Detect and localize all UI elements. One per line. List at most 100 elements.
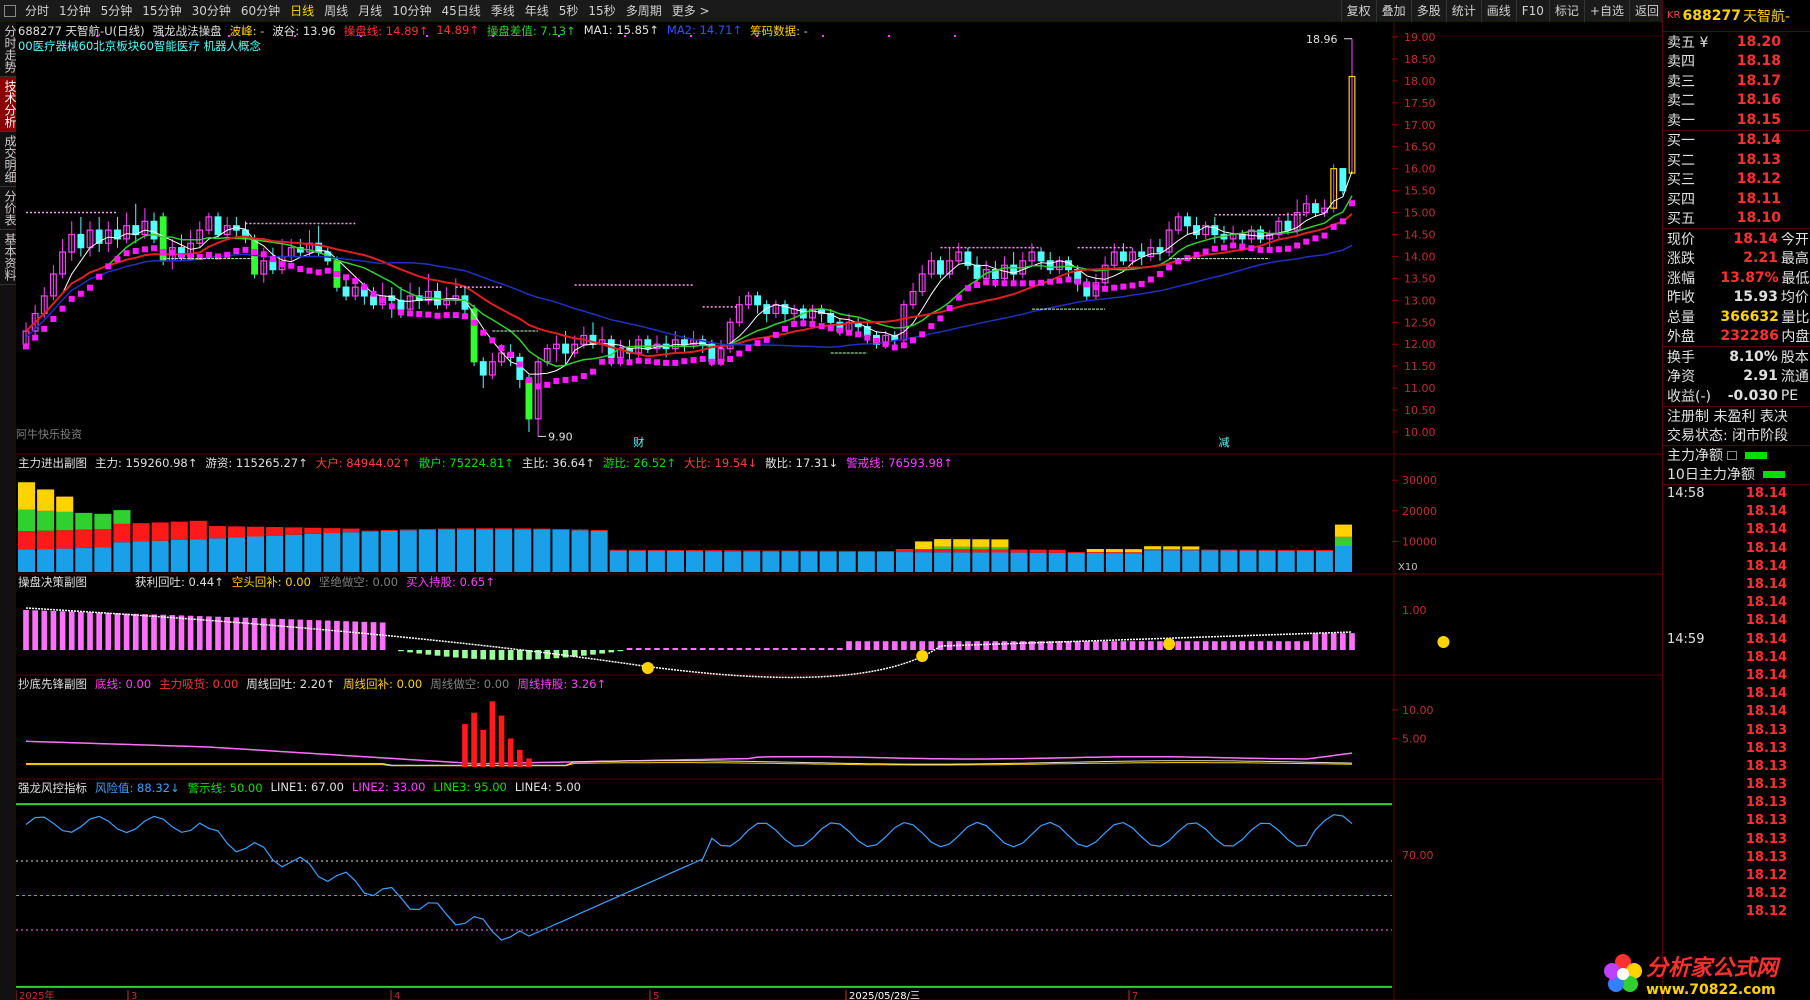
panel4-title: 强龙风控指标 bbox=[18, 781, 87, 795]
toolbar-button[interactable]: +自选 bbox=[1583, 0, 1629, 22]
big-flow-bar bbox=[361, 530, 379, 532]
bids-row[interactable]: 买三 18.12 bbox=[1663, 170, 1810, 190]
stats2-row[interactable]: 收益(-) -0.030 PE bbox=[1663, 386, 1810, 406]
main-flow-bar bbox=[1067, 552, 1085, 572]
period-tab[interactable]: 10分钟 bbox=[387, 0, 436, 22]
trend-dot bbox=[1184, 255, 1191, 262]
stats1-row[interactable]: 现价 18.14 今开 bbox=[1663, 229, 1810, 249]
period-tab[interactable]: 15秒 bbox=[583, 0, 620, 22]
risk-line bbox=[25, 814, 1353, 941]
side-tab[interactable]: 技术分析 bbox=[0, 77, 17, 132]
period-tab[interactable]: 日线 bbox=[285, 0, 319, 22]
trend-dot bbox=[498, 345, 505, 352]
stats1-row[interactable]: 涨幅 13.87% 最低 bbox=[1663, 268, 1810, 288]
quote-stats: 现价 18.14 今开 涨跌 2.21 最高 涨幅 13.87% 最低 昨收 15.93 均价 总量 36… bbox=[1663, 229, 1810, 347]
asks-row[interactable]: 卖四 18.18 bbox=[1663, 52, 1810, 72]
bids-row[interactable]: 买二 18.13 bbox=[1663, 150, 1810, 170]
trend-dot bbox=[343, 274, 350, 281]
stats2-extra: 股本 bbox=[1780, 349, 1809, 366]
trend-dot bbox=[800, 320, 807, 327]
stats1-row[interactable]: 总量 366632 量比 bbox=[1663, 307, 1810, 327]
stats2-row[interactable]: 净资 2.91 流通 bbox=[1663, 367, 1810, 387]
period-tab[interactable]: 月线 bbox=[353, 0, 387, 22]
main-flow-bar bbox=[1086, 552, 1104, 572]
period-tab[interactable]: 5秒 bbox=[554, 0, 584, 22]
period-tab[interactable]: 5分钟 bbox=[96, 0, 138, 22]
big-flow-bar bbox=[647, 549, 665, 551]
decision-bar bbox=[626, 648, 633, 650]
tick-price: 18.14 bbox=[1745, 649, 1787, 665]
price-tick-label: 12.00 bbox=[1404, 338, 1436, 351]
main-flow-bar bbox=[590, 530, 608, 572]
big-flow-bar bbox=[380, 529, 398, 531]
toolbar-button[interactable]: F10 bbox=[1515, 0, 1549, 22]
period-tab[interactable]: 30分钟 bbox=[187, 0, 236, 22]
decision-bar bbox=[681, 648, 688, 650]
period-tab[interactable]: 多周期 bbox=[621, 0, 667, 22]
trend-dot bbox=[608, 358, 615, 365]
ma1-value: MA1: 15.85↑ bbox=[583, 23, 659, 37]
asks-row[interactable]: 卖一 18.15 bbox=[1663, 110, 1810, 130]
stats1-row[interactable]: 涨跌 2.21 最高 bbox=[1663, 249, 1810, 269]
decision-bar bbox=[59, 611, 66, 650]
period-tab[interactable]: 15分钟 bbox=[137, 0, 186, 22]
toolbar-button[interactable]: 叠加 bbox=[1375, 0, 1411, 22]
decision-bar bbox=[1221, 641, 1227, 650]
asks-row[interactable]: 卖三 18.17 bbox=[1663, 71, 1810, 91]
bids-row[interactable]: 买四 18.11 bbox=[1663, 189, 1810, 209]
period-tab[interactable]: 分时 bbox=[20, 0, 54, 22]
big-flow-bar bbox=[495, 528, 513, 530]
trend-dot bbox=[1092, 284, 1099, 291]
panel4-tick: 70.00 bbox=[1402, 849, 1434, 862]
period-tab[interactable]: 更多 > bbox=[667, 0, 715, 22]
period-tab[interactable]: 周线 bbox=[319, 0, 353, 22]
tick-list[interactable]: 14:58 18.14 18.14 18.14 18.14 18.14 18.14 18.14… bbox=[1663, 485, 1810, 922]
toolbar-button[interactable]: 复权 bbox=[1340, 0, 1376, 22]
smile-icon bbox=[916, 650, 929, 662]
period-tab[interactable]: 60分钟 bbox=[236, 0, 285, 22]
main-flow-bar bbox=[304, 533, 322, 572]
decision-bar bbox=[206, 616, 212, 650]
toolbar-button[interactable]: 统计 bbox=[1445, 0, 1481, 22]
window-icon[interactable] bbox=[4, 4, 16, 17]
toolbar-button[interactable]: 标记 bbox=[1548, 0, 1584, 22]
side-tab[interactable]: 分时走势 bbox=[0, 22, 17, 77]
toolbar-button[interactable]: 多股 bbox=[1410, 0, 1446, 22]
toolbar-button[interactable]: 返回 bbox=[1628, 0, 1664, 22]
stats1-row[interactable]: 外盘 232286 内盘 bbox=[1663, 327, 1810, 347]
candle-body bbox=[1193, 225, 1200, 236]
main-flow-bar bbox=[170, 539, 188, 572]
asks-row[interactable]: 卖二 18.16 bbox=[1663, 91, 1810, 111]
period-tab[interactable]: 45日线 bbox=[436, 0, 485, 22]
chart-canvas[interactable]: 19.00 18.50 18.00 17.50 17.00 16.50 16.00 15.50… bbox=[16, 22, 1662, 1000]
side-tab[interactable]: 基本资料 bbox=[0, 230, 17, 285]
trend-dot bbox=[516, 361, 523, 368]
toolbar-button[interactable]: 画线 bbox=[1480, 0, 1516, 22]
chart-area[interactable]: 19.00 18.50 18.00 17.50 17.00 16.50 16.00 15.50… bbox=[16, 22, 1662, 1000]
asks-label: 卖一 bbox=[1667, 112, 1695, 129]
trend-dot bbox=[242, 246, 249, 253]
tick-price: 18.14 bbox=[1745, 595, 1787, 611]
stats2-value: 2.91 bbox=[1743, 368, 1778, 385]
side-tab[interactable]: 成交明细 bbox=[0, 132, 17, 187]
concept-tags: 00医疗器械60北京板块60智能医疗 机器人概念 bbox=[18, 39, 262, 53]
period-tab[interactable]: 年线 bbox=[520, 0, 554, 22]
trend-dot bbox=[882, 341, 889, 348]
period-tab[interactable]: 1分钟 bbox=[54, 0, 96, 22]
side-tab[interactable]: 分价表 bbox=[0, 187, 17, 230]
hot-flow-bar bbox=[1144, 546, 1162, 550]
decision-bar bbox=[599, 650, 605, 654]
asks-row[interactable]: 卖五 ¥ 18.20 bbox=[1663, 32, 1810, 52]
stats1-row[interactable]: 昨收 15.93 均价 bbox=[1663, 288, 1810, 308]
decision-bar bbox=[809, 648, 816, 650]
main-flow-bar bbox=[437, 529, 455, 572]
stats2-row[interactable]: 换手 8.10% 股本 bbox=[1663, 347, 1810, 367]
trend-dot bbox=[141, 246, 148, 253]
period-tab[interactable]: 季线 bbox=[486, 0, 520, 22]
stock-title: 688277 天智航-U(日线) bbox=[18, 24, 145, 38]
bids-row[interactable]: 买五 18.10 bbox=[1663, 209, 1810, 229]
stats1-label: 昨收 bbox=[1667, 290, 1695, 307]
decision-bar bbox=[434, 650, 441, 656]
decision-bar bbox=[169, 615, 176, 650]
bids-row[interactable]: 买一 18.14 bbox=[1663, 131, 1810, 151]
